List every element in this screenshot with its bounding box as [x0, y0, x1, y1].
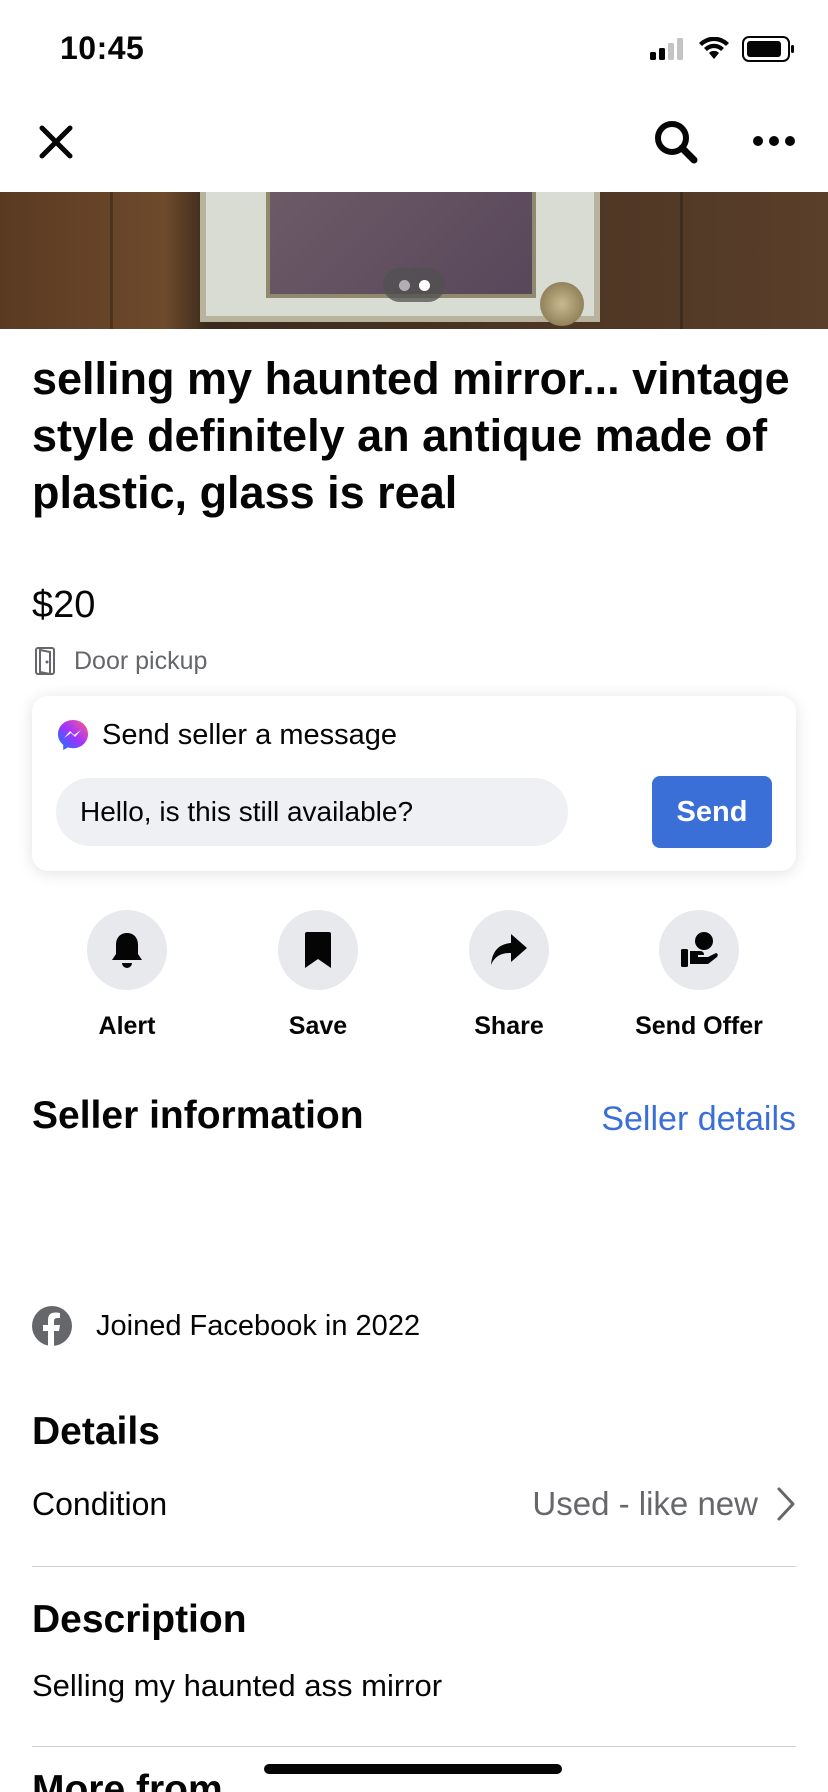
- wood-grain: [110, 192, 113, 329]
- condition-value: Used - like new: [532, 1485, 758, 1522]
- more-from-title: More from: [32, 1768, 223, 1792]
- pickup-info: Door pickup: [34, 646, 207, 676]
- wifi-icon: [699, 37, 729, 59]
- status-bar: 10:45: [0, 0, 828, 100]
- condition-row[interactable]: Condition Used - like new: [32, 1485, 796, 1523]
- share-circle[interactable]: [469, 910, 549, 990]
- divider: [32, 1746, 796, 1747]
- chevron-right-icon: [777, 1487, 795, 1521]
- listing-title: selling my haunted mirror... vintage sty…: [32, 353, 790, 518]
- share-label: Share: [474, 1012, 544, 1040]
- seller-info-title: Seller information: [32, 1094, 364, 1137]
- share-button[interactable]: Share: [414, 910, 604, 1041]
- offer-icon: [681, 932, 718, 967]
- messenger-icon: [58, 720, 88, 750]
- listing-price: $20: [32, 584, 96, 626]
- facebook-icon: [32, 1306, 72, 1346]
- status-icons: [650, 36, 796, 62]
- message-header: Send seller a message: [56, 718, 397, 752]
- listing-photo[interactable]: [0, 192, 828, 329]
- description-text: Selling my haunted ass mirror: [32, 1668, 443, 1703]
- send-offer-button[interactable]: Send Offer: [604, 910, 794, 1041]
- close-icon[interactable]: [36, 122, 76, 162]
- message-card: Send seller a message Hello, is this sti…: [32, 696, 796, 871]
- search-icon[interactable]: [652, 118, 700, 166]
- share-icon: [491, 934, 527, 965]
- pager-dot: [398, 279, 410, 291]
- save-label: Save: [288, 1012, 348, 1040]
- signal-icon: [650, 38, 683, 60]
- nav-bar: [0, 100, 828, 192]
- photo-pager: [383, 268, 445, 302]
- description-title: Description: [32, 1598, 247, 1641]
- message-input[interactable]: Hello, is this still available?: [56, 778, 568, 846]
- status-time: 10:45: [60, 30, 145, 66]
- send-offer-label: Send Offer: [635, 1012, 763, 1040]
- bell-icon: [112, 933, 142, 968]
- more-icon[interactable]: [750, 126, 798, 156]
- joined-label: Joined Facebook in 2022: [96, 1309, 421, 1342]
- door-knob: [540, 282, 584, 326]
- save-button[interactable]: Save: [223, 910, 413, 1041]
- send-offer-circle[interactable]: [659, 910, 739, 990]
- joined-info: Joined Facebook in 2022: [32, 1306, 420, 1346]
- alert-button[interactable]: Alert: [32, 910, 222, 1041]
- condition-label: Condition: [32, 1485, 168, 1522]
- save-circle[interactable]: [278, 910, 358, 990]
- action-row: Alert Save Share Send Offer: [32, 910, 796, 1040]
- condition-value-group: Used - like new: [532, 1485, 796, 1523]
- seller-details-link[interactable]: Seller details: [601, 1100, 796, 1139]
- details-title: Details: [32, 1410, 160, 1453]
- wood-grain: [680, 192, 683, 329]
- message-header-label: Send seller a message: [102, 718, 397, 751]
- alert-label: Alert: [98, 1012, 156, 1040]
- pager-dot-active: [418, 279, 430, 291]
- pickup-label: Door pickup: [74, 646, 208, 675]
- home-indicator: [264, 1764, 562, 1774]
- alert-circle[interactable]: [87, 910, 167, 990]
- send-button[interactable]: Send: [652, 776, 772, 848]
- divider: [32, 1566, 796, 1567]
- bookmark-icon: [305, 932, 331, 968]
- battery-icon: [742, 36, 794, 62]
- door-icon: [35, 647, 55, 676]
